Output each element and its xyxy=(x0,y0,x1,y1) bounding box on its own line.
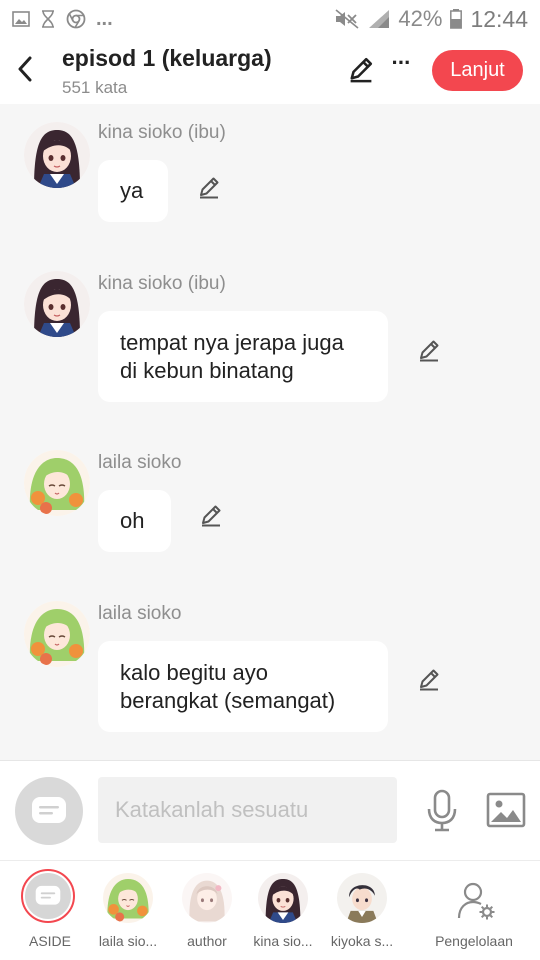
user-settings-icon xyxy=(457,882,495,920)
status-bar: ... 42% 12:44 xyxy=(0,0,540,38)
dark-haired-boy-avatar xyxy=(337,873,387,923)
character-label: kiyoka s... xyxy=(330,933,394,949)
more-options-button[interactable]: ··· xyxy=(388,52,414,82)
hourglass-icon xyxy=(42,10,54,28)
manage-label: Pengelolaan xyxy=(435,933,513,949)
character-selector: ASIDE laila sio... author kina sio... ki… xyxy=(0,860,540,960)
character-author[interactable]: author xyxy=(165,871,249,960)
message-sender: kina sioko (ibu) xyxy=(98,273,226,294)
message-sender: laila sioko xyxy=(98,452,182,473)
back-button[interactable] xyxy=(12,54,38,84)
dark-haired-girl-avatar xyxy=(258,873,308,923)
message-sender: laila sioko xyxy=(98,603,182,624)
message-bubble[interactable]: kalo begitu ayo berangkat (semangat) xyxy=(98,641,388,732)
message-input-bar xyxy=(0,760,540,860)
character-laila[interactable]: laila sio... xyxy=(86,871,170,960)
message-bubble[interactable]: oh xyxy=(98,490,171,552)
chat-bubble-icon xyxy=(31,796,67,826)
chevron-left-icon xyxy=(18,56,32,82)
chrome-icon xyxy=(66,9,86,29)
character-aside[interactable]: ASIDE xyxy=(8,869,92,960)
next-button[interactable]: Lanjut xyxy=(432,50,523,91)
edit-message-button[interactable] xyxy=(416,337,442,363)
signal-icon xyxy=(369,10,390,28)
message-text: kalo begitu ayo berangkat (semangat) xyxy=(120,659,336,713)
battery-icon xyxy=(450,9,463,29)
message-text: tempat nya jerapa juga di kebun binatang xyxy=(120,329,344,383)
light-haired-girl-avatar xyxy=(182,873,232,923)
message-text: oh xyxy=(120,508,145,533)
word-count: 551 kata xyxy=(62,78,128,97)
episode-header: episod 1 (keluarga) 551 kata ··· Lanjut xyxy=(0,38,540,104)
green-haired-girl-avatar[interactable] xyxy=(24,450,90,516)
add-image-button[interactable] xyxy=(486,791,526,829)
character-label: author xyxy=(187,933,227,949)
character-kiyoka[interactable]: kiyoka s... xyxy=(320,871,404,960)
character-label: kina sio... xyxy=(253,933,313,949)
selected-indicator xyxy=(21,869,75,923)
image-icon xyxy=(486,792,526,828)
edit-message-button[interactable] xyxy=(198,502,224,528)
manage-characters-button[interactable]: Pengelolaan xyxy=(428,871,520,960)
edit-message-button[interactable] xyxy=(196,174,222,200)
message-sender: kina sioko (ibu) xyxy=(98,122,226,143)
edit-message-button[interactable] xyxy=(416,666,442,692)
voice-input-button[interactable] xyxy=(424,789,460,833)
mute-icon xyxy=(335,9,359,29)
message-bubble[interactable]: tempat nya jerapa juga di kebun binatang xyxy=(98,311,388,402)
chat-bubble-icon xyxy=(35,885,61,907)
green-haired-girl-avatar[interactable] xyxy=(24,601,90,667)
character-label: laila sio... xyxy=(98,933,158,949)
pencil-icon xyxy=(196,174,222,200)
clock: 12:44 xyxy=(470,5,528,32)
edit-episode-button[interactable] xyxy=(346,54,376,84)
microphone-icon xyxy=(427,789,457,832)
dark-haired-girl-avatar[interactable] xyxy=(24,271,90,337)
pencil-icon xyxy=(416,337,442,363)
pencil-icon xyxy=(416,666,442,692)
message-text: ya xyxy=(120,178,144,203)
message-bubble[interactable]: ya xyxy=(98,160,168,222)
message-input[interactable] xyxy=(98,777,397,843)
episode-title: episod 1 (keluarga) xyxy=(62,45,272,71)
pencil-icon xyxy=(198,502,224,528)
pencil-icon xyxy=(350,57,373,83)
character-kina[interactable]: kina sio... xyxy=(241,871,325,960)
chat-area[interactable]: kina sioko (ibu) ya kina sioko (ibu) tem… xyxy=(0,104,540,760)
character-label: ASIDE xyxy=(28,933,71,949)
dark-haired-girl-avatar[interactable] xyxy=(24,122,90,188)
green-haired-girl-avatar xyxy=(103,873,153,923)
battery-percent: 42% xyxy=(398,6,443,31)
aside-mode-button[interactable] xyxy=(15,777,83,845)
more-notifications-indicator: ... xyxy=(96,7,113,30)
gallery-icon xyxy=(12,11,30,27)
